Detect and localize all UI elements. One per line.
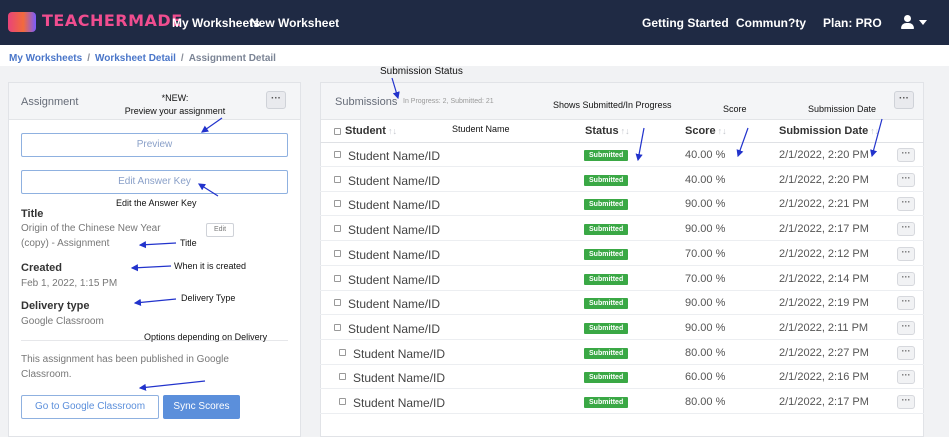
annotation-arrows bbox=[130, 77, 883, 391]
arrow-delivery-type bbox=[133, 298, 177, 307]
arrow-score bbox=[736, 127, 749, 158]
arrow-submission-date bbox=[870, 118, 883, 158]
arrow-edit-answer-key bbox=[197, 183, 219, 197]
arrow-title bbox=[138, 241, 177, 249]
arrow-submission-status bbox=[391, 77, 400, 100]
arrow-options bbox=[138, 380, 206, 391]
arrow-preview bbox=[201, 117, 223, 133]
arrow-status bbox=[635, 127, 645, 162]
arrow-created bbox=[130, 264, 172, 272]
